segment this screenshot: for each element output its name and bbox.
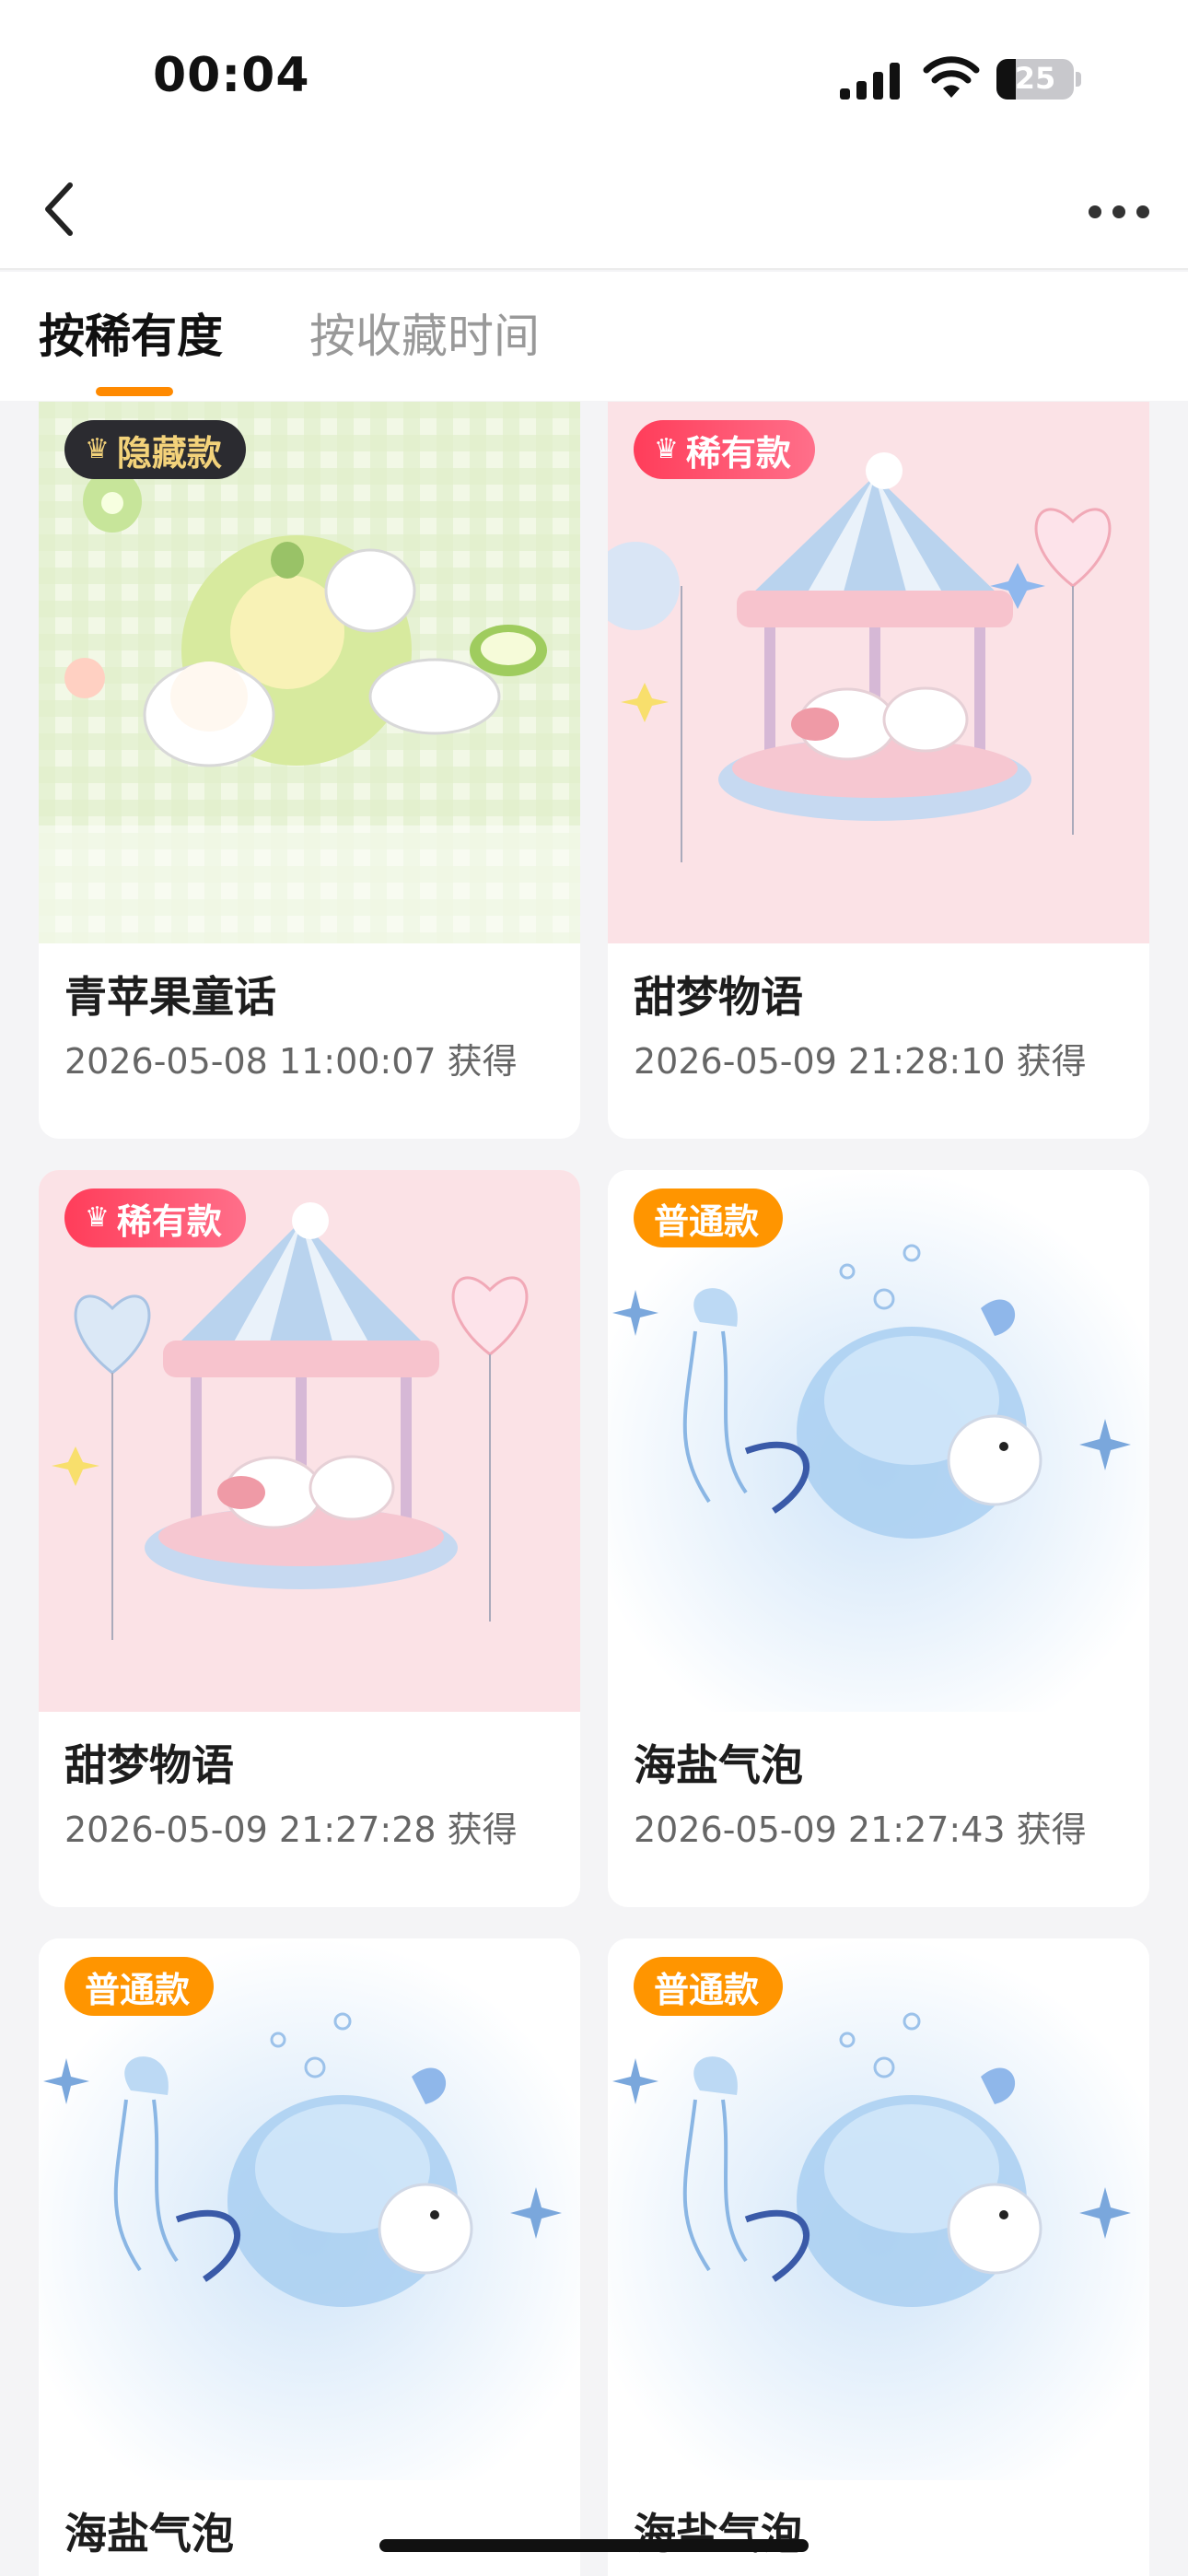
card-name: 甜梦物语 <box>64 1740 234 1790</box>
back-button[interactable] <box>22 172 96 246</box>
card-name: 青苹果童话 <box>64 972 276 1022</box>
crown-icon: ♛ <box>85 433 110 465</box>
collection-card[interactable]: 普通款 海盐气泡 <box>39 1938 580 2576</box>
carousel-illustration <box>608 402 1149 943</box>
cellular-signal-icon <box>840 63 900 100</box>
card-name: 甜梦物语 <box>634 972 803 1022</box>
rarity-badge-label: 普通款 <box>85 1969 191 2010</box>
card-obtained-date: 2026-05-09 21:27:43 获得 <box>634 1809 1087 1850</box>
rarity-badge: 普通款 <box>634 1188 784 1247</box>
collection-grid: ♛ 隐藏款 青苹果童话 2026-05-08 11:00:07 获得 ♛ 稀有款… <box>0 402 1188 2576</box>
jellyfish-bubble-illustration <box>608 1938 1149 2480</box>
battery-level: 25 <box>1014 61 1056 96</box>
rarity-badge-label: 普通款 <box>654 1969 760 2010</box>
card-artwork <box>39 402 580 943</box>
jellyfish-bubble-illustration <box>39 1938 580 2480</box>
carousel-illustration <box>39 1170 580 1712</box>
page-title <box>451 189 728 233</box>
wifi-icon <box>923 56 980 98</box>
sort-tabs: 按稀有度 按收藏时间 <box>0 272 1188 401</box>
apple-puppies-illustration <box>39 402 580 943</box>
collection-card[interactable]: 普通款 海盐气泡 <box>608 1938 1149 2576</box>
battery-icon: 25 <box>996 59 1081 100</box>
more-options-button[interactable] <box>1077 180 1160 244</box>
chevron-left-icon <box>45 182 73 236</box>
card-artwork <box>608 402 1149 943</box>
rarity-badge: ♛ 稀有款 <box>634 420 815 479</box>
collection-card[interactable]: ♛ 稀有款 甜梦物语 2026-05-09 21:27:28 获得 <box>39 1170 580 1907</box>
rarity-badge-label: 稀有款 <box>116 1200 222 1242</box>
card-artwork <box>39 1170 580 1712</box>
more-dot-icon <box>1089 205 1101 218</box>
card-obtained-date: 2026-05-09 21:28:10 获得 <box>634 1041 1087 1082</box>
collection-card[interactable]: ♛ 稀有款 甜梦物语 2026-05-09 21:28:10 获得 <box>608 402 1149 1139</box>
card-artwork <box>608 1170 1149 1712</box>
rarity-badge-label: 稀有款 <box>685 432 791 474</box>
more-dot-icon <box>1136 205 1149 218</box>
collection-card[interactable]: ♛ 隐藏款 青苹果童话 2026-05-08 11:00:07 获得 <box>39 402 580 1139</box>
crown-icon: ♛ <box>85 1201 110 1234</box>
rarity-badge: ♛ 隐藏款 <box>64 420 246 479</box>
rarity-badge-label: 隐藏款 <box>116 432 222 474</box>
rarity-badge: ♛ 稀有款 <box>64 1188 246 1247</box>
active-tab-indicator <box>96 387 173 396</box>
card-artwork <box>39 1938 580 2480</box>
card-obtained-date: 2026-05-09 21:27:28 获得 <box>64 1809 518 1850</box>
status-time: 00:04 <box>153 48 310 103</box>
card-name: 海盐气泡 <box>64 2509 234 2558</box>
card-obtained-date: 2026-05-08 11:00:07 获得 <box>64 1041 518 1082</box>
rarity-badge: 普通款 <box>64 1957 215 2016</box>
tab-by-collect-time[interactable]: 按收藏时间 <box>309 299 540 366</box>
crown-icon: ♛ <box>654 433 679 465</box>
card-name: 海盐气泡 <box>634 2509 803 2558</box>
tab-by-rarity[interactable]: 按稀有度 <box>39 299 223 366</box>
jellyfish-bubble-illustration <box>608 1170 1149 1712</box>
collection-card[interactable]: 普通款 海盐气泡 2026-05-09 21:27:43 获得 <box>608 1170 1149 1907</box>
nav-bar <box>0 152 1188 270</box>
status-bar: 00:04 25 <box>0 0 1188 152</box>
rarity-badge-label: 普通款 <box>654 1200 760 1242</box>
rarity-badge: 普通款 <box>634 1957 784 2016</box>
home-indicator[interactable] <box>379 2539 809 2552</box>
card-name: 海盐气泡 <box>634 1740 803 1790</box>
card-artwork <box>608 1938 1149 2480</box>
more-dot-icon <box>1112 205 1125 218</box>
